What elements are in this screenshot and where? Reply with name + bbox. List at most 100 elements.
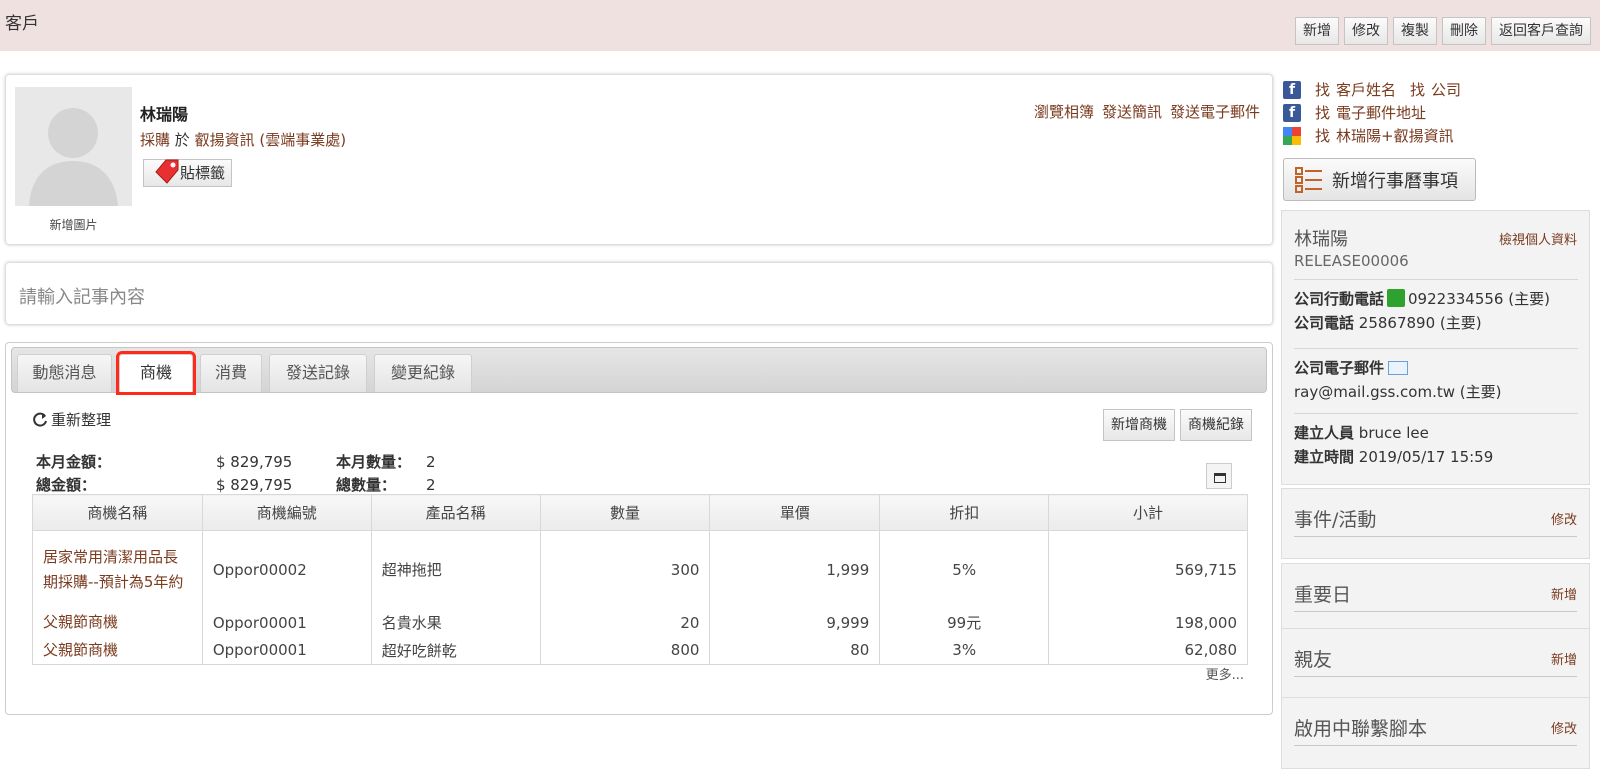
month-count-label: 本月數量： <box>336 453 412 471</box>
unit-price-cell: 9,999 <box>709 608 881 637</box>
add-opportunity-button[interactable]: 新增商機 <box>1103 409 1175 441</box>
divider <box>1294 348 1578 349</box>
unit-price-cell: 1,999 <box>709 530 881 609</box>
more-link[interactable]: 更多... <box>1206 664 1244 683</box>
divider <box>1294 611 1577 612</box>
active-scripts-edit-link[interactable]: 修改 <box>1551 718 1577 737</box>
top-toolbar: 新增 修改 複製 刪除 返回客戶查詢 <box>1295 17 1591 45</box>
company-link[interactable]: 叡揚資訊 (雲端事業處) <box>195 131 346 149</box>
relatives-add-link[interactable]: 新增 <box>1551 649 1577 668</box>
tab-consumption[interactable]: 消費 <box>200 354 262 392</box>
mail-icon[interactable] <box>1388 361 1409 375</box>
column-header[interactable]: 商機編號 <box>201 494 372 531</box>
copy-button[interactable]: 複製 <box>1393 17 1437 45</box>
mobile-label: 公司行動電話 <box>1294 290 1385 308</box>
events-box: 事件/活動 修改 <box>1281 488 1590 559</box>
total-amount-label: 總金額： <box>36 476 97 494</box>
month-count-value: 2 <box>426 452 436 471</box>
reorganize-link[interactable]: 重新整理 <box>31 409 111 430</box>
customer-code: RELEASE00006 <box>1294 252 1409 270</box>
tab-opportunity[interactable]: 商機 <box>116 351 196 395</box>
browse-album-link[interactable]: 瀏覽相簿 <box>1034 101 1094 122</box>
created-time-label: 建立時間 <box>1294 448 1355 466</box>
profile-card: 新增圖片 林瑞陽 採購 於 叡揚資訊 (雲端事業處) 貼標籤 瀏覽相簿 發送簡訊… <box>5 74 1273 245</box>
total-count-label: 總數量： <box>336 476 397 494</box>
list-icon <box>1295 166 1322 193</box>
events-title: 事件/活動 <box>1294 509 1377 531</box>
find-name-company-link[interactable]: 林瑞陽+叡揚資訊 <box>1336 125 1454 146</box>
email-value[interactable]: ray@mail.gss.com.tw (主要) <box>1294 380 1578 404</box>
relatives-box: 親友 新增 <box>1281 628 1590 699</box>
facebook-icon: f <box>1283 103 1301 122</box>
add-calendar-event-button[interactable]: 新增行事曆事項 <box>1283 158 1476 201</box>
tag-button-label: 貼標籤 <box>180 164 226 182</box>
column-header[interactable]: 產品名稱 <box>370 494 541 531</box>
find-company-link[interactable]: 公司 <box>1431 79 1461 100</box>
tag-button[interactable]: 貼標籤 <box>143 159 233 187</box>
month-amount-label: 本月金額： <box>36 453 112 471</box>
events-edit-link[interactable]: 修改 <box>1551 509 1577 528</box>
facebook-icon: f <box>1283 80 1301 99</box>
opportunity-name-link[interactable]: 父親節商機 <box>32 636 203 665</box>
opportunity-records-button[interactable]: 商機紀錄 <box>1180 409 1252 441</box>
note-input[interactable]: 請輸入記事內容 <box>5 262 1273 325</box>
tab-change-log[interactable]: 變更紀錄 <box>374 354 472 392</box>
created-time-value: 2019/05/17 15:59 <box>1358 448 1494 466</box>
opportunity-name-link[interactable]: 居家常用清潔用品長期採購--預計為5年約 <box>32 530 203 609</box>
table-row: 父親節商機 Oppor00001 超好吃餅乾 800 80 3% 62,080 <box>32 636 1248 665</box>
month-amount-value: $ 829,795 <box>216 452 293 471</box>
creator-value: bruce lee <box>1358 424 1429 442</box>
job-role-link[interactable]: 採購 <box>140 131 170 149</box>
subtotal-cell: 198,000 <box>1048 608 1248 637</box>
find-prefix: 找 <box>1315 127 1331 145</box>
find-customer-name-link[interactable]: 客戶姓名 <box>1336 79 1396 100</box>
note-placeholder: 請輸入記事內容 <box>19 287 145 308</box>
tab-news[interactable]: 動態消息 <box>17 354 112 392</box>
chat-icon[interactable] <box>1387 289 1406 307</box>
job-at-text: 於 <box>174 131 190 149</box>
opportunity-code-cell: Oppor00002 <box>201 530 372 609</box>
send-sms-link[interactable]: 發送簡訊 <box>1102 101 1162 122</box>
important-dates-box: 重要日 新增 <box>1281 563 1590 634</box>
relatives-title: 親友 <box>1294 649 1333 671</box>
table-header-row: 商機名稱 商機編號 產品名稱 數量 單價 折扣 小計 <box>32 494 1248 531</box>
opportunity-table: 商機名稱 商機編號 產品名稱 數量 單價 折扣 小計 居家常用清潔用品長期採購-… <box>32 494 1248 665</box>
add-photo-link[interactable]: 新增圖片 <box>15 216 132 233</box>
edit-button[interactable]: 修改 <box>1344 17 1388 45</box>
divider <box>1294 413 1578 414</box>
column-header[interactable]: 商機名稱 <box>32 494 203 531</box>
minimize-icon[interactable] <box>1206 463 1232 489</box>
column-header[interactable]: 小計 <box>1048 494 1248 531</box>
view-profile-link[interactable]: 檢視個人資料 <box>1499 229 1577 248</box>
add-button[interactable]: 新增 <box>1295 17 1339 45</box>
google-icon <box>1283 126 1301 145</box>
delete-button[interactable]: 刪除 <box>1442 17 1486 45</box>
subtotal-cell: 62,080 <box>1048 636 1248 665</box>
back-to-search-button[interactable]: 返回客戶查詢 <box>1491 17 1591 45</box>
customer-name: 林瑞陽 <box>140 105 189 124</box>
important-dates-add-link[interactable]: 新增 <box>1551 584 1577 603</box>
find-email-link[interactable]: 電子郵件地址 <box>1336 102 1426 123</box>
creator-section: 建立人員 bruce lee 建立時間 2019/05/17 15:59 <box>1294 421 1578 469</box>
opportunity-summary: 本月金額： $ 829,795 本月數量： 2 總金額： $ 829,795 總… <box>36 450 436 496</box>
top-bar: 客戶 新增 修改 複製 刪除 返回客戶查詢 <box>0 0 1600 51</box>
product-name-cell: 名貴水果 <box>370 608 541 637</box>
send-email-link[interactable]: 發送電子郵件 <box>1170 101 1260 122</box>
table-row: 父親節商機 Oppor00001 名貴水果 20 9,999 99元 198,0… <box>32 608 1248 637</box>
email-section: 公司電子郵件 ray@mail.gss.com.tw (主要) <box>1294 356 1578 404</box>
active-scripts-box: 啟用中聯繫腳本 修改 <box>1281 697 1590 769</box>
active-scripts-title: 啟用中聯繫腳本 <box>1294 718 1428 740</box>
column-header[interactable]: 折扣 <box>879 494 1050 531</box>
find-prefix: 找 <box>1315 81 1331 99</box>
creator-label: 建立人員 <box>1294 424 1355 442</box>
product-name-cell: 超好吃餅乾 <box>370 636 541 665</box>
contact-info-box: 林瑞陽 檢視個人資料 RELEASE00006 公司行動電話 0922334556… <box>1281 210 1590 485</box>
avatar[interactable] <box>15 87 132 206</box>
column-header[interactable]: 單價 <box>709 494 881 531</box>
column-header[interactable]: 數量 <box>539 494 711 531</box>
unit-price-cell: 80 <box>709 636 881 665</box>
opportunity-name-link[interactable]: 父親節商機 <box>32 608 203 637</box>
contact-name: 林瑞陽 <box>1294 229 1348 250</box>
divider <box>1294 745 1577 746</box>
tab-send-records[interactable]: 發送記錄 <box>269 354 367 392</box>
